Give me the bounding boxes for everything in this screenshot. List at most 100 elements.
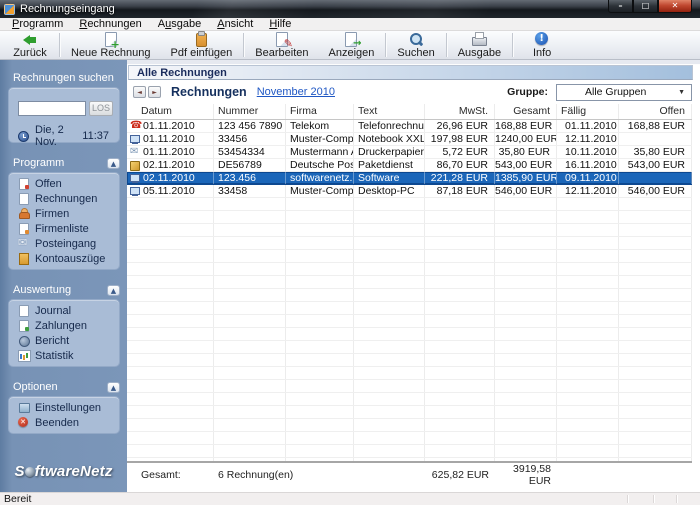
empty-cell (127, 237, 214, 249)
empty-cell (557, 406, 619, 418)
empty-cell (425, 393, 495, 405)
current-time: 11:37 (82, 130, 109, 142)
zurück-button[interactable]: Zurück (2, 31, 58, 59)
toolbar-button-label: Bearbeiten (255, 47, 309, 59)
table-row[interactable]: 01.11.2010 123 456 7890TelekomTelefonrech… (127, 120, 692, 133)
collapse-icon[interactable]: ▲ (107, 284, 120, 296)
menu-bar: Programm Rechnungen Ausgabe Ansicht Hilfe (0, 18, 700, 31)
pdf-clipboard-icon (193, 31, 209, 47)
empty-cell (495, 341, 557, 353)
footer-total-label: Gesamt: (141, 469, 181, 481)
empty-cell (127, 393, 214, 405)
sidebar-item-posteingang[interactable]: Posteingang (9, 236, 119, 251)
cell-firma: Muster-Computer (286, 133, 354, 145)
empty-cell (557, 341, 619, 353)
info-button[interactable]: Info (514, 31, 570, 59)
menu-hilfe[interactable]: Hilfe (261, 18, 299, 30)
menu-programm[interactable]: Programm (4, 18, 71, 30)
empty-cell (286, 315, 354, 327)
sidebar-item-journal[interactable]: Journal (9, 303, 119, 318)
toolbar-button-label: Zurück (13, 47, 47, 59)
anzeigen-button[interactable]: Anzeigen (319, 31, 385, 59)
empty-cell (286, 458, 354, 461)
column-header-text[interactable]: Text (354, 104, 425, 119)
sidebar-item-offen[interactable]: Offen (9, 176, 119, 191)
column-header-gesamt[interactable]: Gesamt (495, 104, 557, 119)
maximize-button[interactable]: □ (633, 0, 658, 13)
sidebar-item-zahlungen[interactable]: Zahlungen (9, 318, 119, 333)
section-panel: Offen Rechnungen Firmen Firmenliste Posteing… (8, 172, 120, 270)
menu-rechnungen[interactable]: Rechnungen (71, 18, 149, 30)
suchen-button[interactable]: Suchen (387, 31, 444, 59)
search-go-button[interactable]: LOS (89, 101, 113, 116)
sidebar-item-label: Journal (35, 304, 72, 317)
table-row[interactable]: 02.11.2010 123.456softwarenetz.deSoftware… (127, 172, 692, 185)
empty-row (127, 354, 692, 367)
empty-cell (557, 263, 619, 275)
minimize-button[interactable]: – (608, 0, 633, 13)
ausgabe-button[interactable]: Ausgabe (448, 31, 511, 59)
toolbar-separator (512, 33, 514, 57)
table-row[interactable]: 01.11.2010 33456Muster-ComputerNotebook X… (127, 133, 692, 146)
sidebar-item-kontoauszüge[interactable]: Kontoauszüge (9, 251, 119, 266)
empty-cell (286, 211, 354, 223)
menu-ausgabe[interactable]: Ausgabe (150, 18, 209, 30)
column-header-offen[interactable]: Offen (619, 104, 692, 119)
sidebar: Rechnungen suchen LOS Die, 2 Nov. 11:37 … (0, 60, 127, 492)
empty-cell (619, 393, 692, 405)
column-header-datum[interactable]: Datum (127, 104, 214, 119)
bearbeiten-button[interactable]: Bearbeiten (245, 31, 318, 59)
app-icon (4, 3, 15, 15)
empty-cell (214, 380, 286, 392)
footer-mwst-sum: 625,82 EUR (431, 469, 489, 481)
empty-cell (354, 250, 425, 262)
empty-cell (286, 432, 354, 444)
neue-rechnung-button[interactable]: Neue Rechnung (61, 31, 161, 59)
empty-cell (354, 302, 425, 314)
empty-cell (127, 224, 214, 236)
empty-cell (354, 419, 425, 431)
section-auswertung: Auswertung ▲ Journal Zahlungen Bericht Statis… (0, 284, 127, 367)
cell-mwst-: 5,72 EUR (425, 146, 495, 158)
toolbar-button-label: Anzeigen (328, 47, 375, 59)
column-header-firma[interactable]: Firma (286, 104, 354, 119)
empty-cell (214, 354, 286, 366)
sidebar-item-beenden[interactable]: Beenden (9, 415, 119, 430)
toolbar-separator (385, 33, 387, 57)
empty-cell (127, 458, 214, 461)
empty-cell (619, 432, 692, 444)
next-month-button[interactable]: ► (148, 86, 161, 98)
company-list-icon (18, 223, 29, 235)
cell-offen: 168,88 EUR (619, 120, 692, 132)
sidebar-item-statistik[interactable]: Statistik (9, 348, 119, 363)
cell-gesamt: 546,00 EUR (495, 185, 557, 197)
empty-cell (354, 341, 425, 353)
close-button[interactable]: ✕ (658, 0, 692, 13)
collapse-icon[interactable]: ▲ (107, 157, 120, 169)
prev-month-button[interactable]: ◄ (133, 86, 146, 98)
sidebar-item-bericht[interactable]: Bericht (9, 333, 119, 348)
group-dropdown[interactable]: Alle Gruppen ▼ (556, 83, 692, 101)
table-row[interactable]: 02.11.2010 DE56789 Deutsche Post Paketdiens… (127, 159, 692, 172)
collapse-icon[interactable]: ▲ (107, 381, 120, 393)
menu-ansicht[interactable]: Ansicht (209, 18, 261, 30)
empty-cell (557, 224, 619, 236)
empty-cell (557, 211, 619, 223)
column-header-nummer[interactable]: Nummer (214, 104, 286, 119)
back-arrow-icon (22, 32, 38, 47)
table-row[interactable]: 01.11.2010 53454334Mustermann AGDruckerpa… (127, 146, 692, 159)
table-row[interactable]: 05.11.2010 33458Muster-ComputerDesktop-PC… (127, 185, 692, 198)
sidebar-item-rechnungen[interactable]: Rechnungen (9, 191, 119, 206)
column-header-mwst-[interactable]: MwSt. (425, 104, 495, 119)
envelope-icon (130, 146, 140, 158)
sidebar-item-firmenliste[interactable]: Firmenliste (9, 221, 119, 236)
empty-cell (127, 354, 214, 366)
sidebar-item-einstellungen[interactable]: Einstellungen (9, 400, 119, 415)
search-input[interactable] (18, 101, 86, 116)
pdf-einfügen-button[interactable]: Pdf einfügen (161, 31, 243, 59)
sidebar-item-firmen[interactable]: Firmen (9, 206, 119, 221)
period-link[interactable]: November 2010 (257, 86, 335, 98)
column-header-fällig[interactable]: Fällig (557, 104, 619, 119)
empty-cell (354, 328, 425, 340)
empty-cell (425, 237, 495, 249)
